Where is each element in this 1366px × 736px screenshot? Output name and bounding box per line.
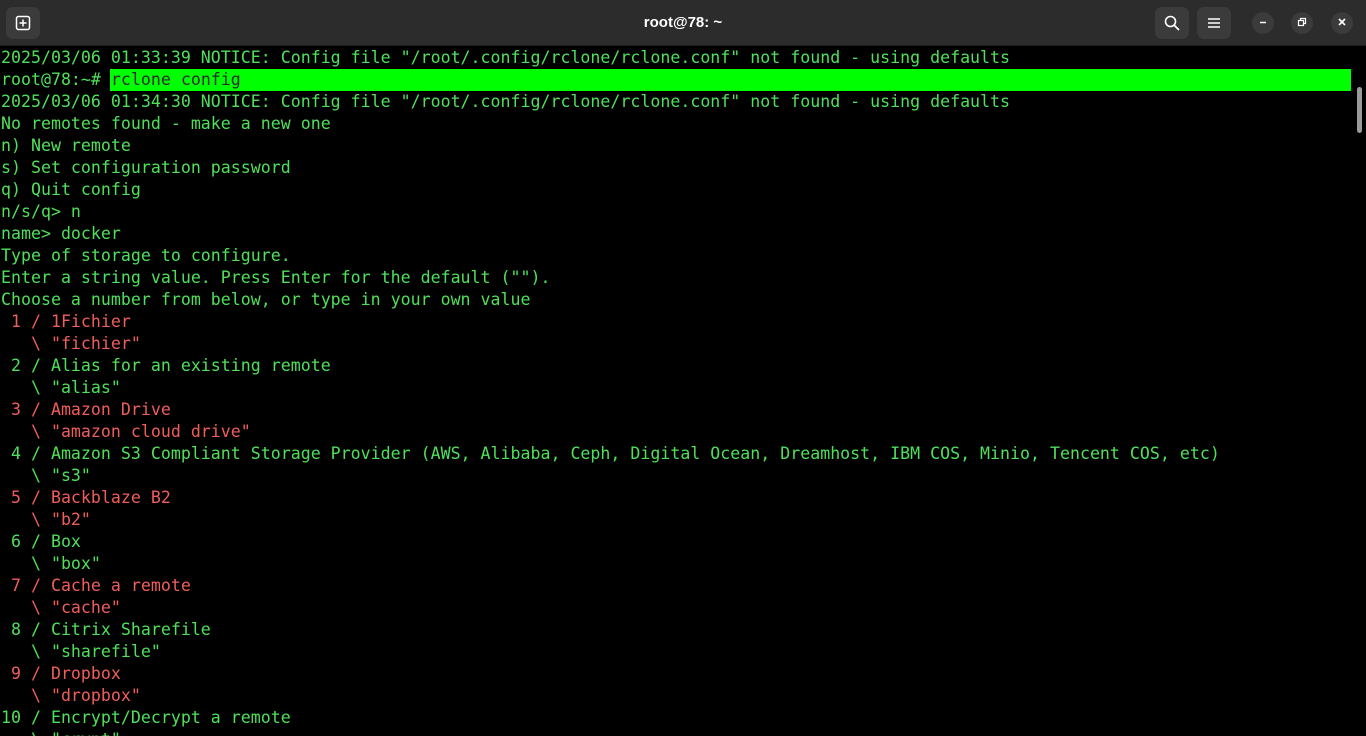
minimize-icon: [1258, 14, 1268, 32]
command-highlight: [110, 69, 1351, 91]
terminal-line: Enter a string value. Press Enter for th…: [1, 268, 551, 287]
terminal-line: \ "amazon cloud drive": [1, 422, 251, 441]
terminal-line: \ "fichier": [1, 334, 141, 353]
new-tab-button[interactable]: [6, 7, 40, 39]
terminal-line: \ "sharefile": [1, 642, 161, 661]
terminal-line: Choose a number from below, or type in y…: [1, 290, 531, 309]
terminal-line: s) Set configuration password: [1, 158, 291, 177]
command-text: rclone config: [110, 70, 241, 89]
terminal-line: \ "alias": [1, 378, 121, 397]
terminal-line: 8 / Citrix Sharefile: [1, 620, 211, 639]
terminal-line: 6 / Box: [1, 532, 81, 551]
scrollbar-thumb[interactable]: [1357, 87, 1362, 133]
title-bar: root@78: ~: [0, 0, 1366, 46]
terminal-line: 7 / Cache a remote: [1, 576, 191, 595]
terminal-line: name> docker: [1, 224, 121, 243]
restore-button[interactable]: [1291, 12, 1313, 34]
terminal-line: \ "b2": [1, 510, 91, 529]
terminal-output[interactable]: 2025/03/06 01:33:39 NOTICE: Config file …: [0, 47, 1352, 736]
terminal-line: n) New remote: [1, 136, 131, 155]
terminal-line: \ "s3": [1, 466, 91, 485]
scrollbar[interactable]: [1352, 47, 1366, 736]
terminal-line: \ "crypt": [0, 729, 1352, 736]
close-button[interactable]: [1331, 12, 1353, 34]
terminal-line: Type of storage to configure.: [1, 246, 291, 265]
terminal-line: q) Quit config: [1, 180, 141, 199]
terminal-line: 10 / Encrypt/Decrypt a remote: [1, 708, 291, 727]
terminal-line: \ "box": [1, 554, 101, 573]
terminal-line: 2 / Alias for an existing remote: [1, 356, 331, 375]
search-button[interactable]: [1155, 7, 1189, 39]
shell-prompt: root@78:~#: [1, 70, 111, 89]
terminal-line: \ "dropbox": [1, 686, 141, 705]
search-icon: [1164, 15, 1180, 31]
terminal-line: 1 / 1Fichier: [1, 312, 131, 331]
command-line: root@78:~# rclone config: [0, 69, 1352, 91]
terminal-line: \ "cache": [1, 598, 121, 617]
terminal-line: No remotes found - make a new one: [1, 114, 331, 133]
terminal-line: 9 / Dropbox: [1, 664, 121, 683]
close-icon: [1337, 14, 1347, 32]
terminal-line: 4 / Amazon S3 Compliant Storage Provider…: [1, 444, 1220, 463]
terminal-line: 3 / Amazon Drive: [1, 400, 171, 419]
new-tab-icon: [15, 15, 31, 31]
terminal-line: 5 / Backblaze B2: [1, 488, 171, 507]
terminal-line: n/s/q> n: [1, 202, 81, 221]
restore-icon: [1297, 14, 1307, 32]
terminal-window: root@78: ~ 2025/03/06 01:33:39 NOTICE: C…: [0, 0, 1366, 736]
minimize-button[interactable]: [1252, 12, 1274, 34]
hamburger-menu-icon: [1207, 17, 1221, 29]
terminal-line: 2025/03/06 01:33:39 NOTICE: Config file …: [1, 48, 1011, 67]
menu-button[interactable]: [1197, 7, 1231, 39]
terminal-line: 2025/03/06 01:34:30 NOTICE: Config file …: [1, 92, 1011, 111]
